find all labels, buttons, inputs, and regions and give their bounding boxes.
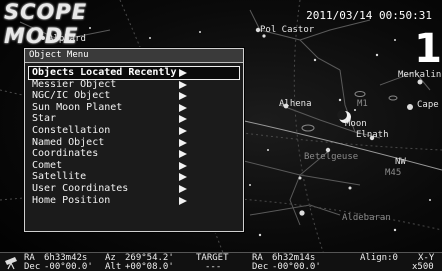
menu-item-label: Sun Moon Planet	[32, 101, 123, 113]
submenu-arrow-icon	[179, 196, 187, 205]
menu-item-comet[interactable]: Comet	[29, 160, 239, 172]
submenu-arrow-icon	[179, 126, 187, 135]
sky-label-menkalinan: Menkalina	[398, 70, 442, 80]
sky-label-capella: Cape	[417, 100, 439, 110]
submenu-arrow-icon	[179, 103, 187, 112]
submenu-arrow-icon	[179, 92, 187, 101]
menu-item-label: Objects Located Recently	[32, 67, 177, 78]
sky-label-moon: Moon	[345, 119, 367, 129]
status-bar: RA 6h33m42s Dec -00°00.0' Az 269°54.2' A…	[0, 252, 442, 271]
sky-label-nw: NW	[395, 157, 406, 167]
menu-item-objects-located-recently[interactable]: Objects Located Recently	[28, 66, 240, 80]
menu-item-sun-moon-planet[interactable]: Sun Moon Planet	[29, 102, 239, 114]
alt-value: +00°08.0'	[125, 262, 174, 271]
menu-item-label: NGC/IC Object	[32, 90, 111, 102]
menu-item-label: Home Position	[32, 194, 111, 206]
dec-label: Dec	[24, 262, 41, 271]
menu-item-label: Constellation	[32, 124, 111, 136]
zoom-level: x500	[412, 262, 434, 271]
sky-label-pollux-castor: Pol Castor	[260, 25, 315, 35]
target-dec-value: -00°00.0'	[272, 262, 321, 271]
menu-item-label: User Coordinates	[32, 182, 129, 194]
menu-item-label: Star	[32, 113, 57, 125]
sky-label-betelgeuse: Betelgeuse	[304, 152, 359, 162]
menu-item-named-object[interactable]: Named Object	[29, 137, 239, 149]
telescope-icon	[5, 257, 17, 270]
submenu-arrow-icon	[179, 161, 187, 170]
mode-title: SCOPE MODE	[4, 0, 88, 48]
alt-label: Alt	[105, 262, 122, 271]
object-menu-list: Objects Located Recently Messier Object …	[28, 66, 240, 207]
sky-label-alhena: Alhena	[279, 99, 312, 109]
target-dec-label: Dec	[252, 262, 269, 271]
object-menu: Object Menu Objects Located Recently Mes…	[24, 48, 244, 232]
date-time: 2011/03/14 00:50:31	[306, 9, 432, 22]
sky-label-alphard: Alphard	[48, 34, 86, 44]
top-bar: SCOPE MODE 2011/03/14 00:50:31	[0, 0, 442, 48]
menu-item-label: Comet	[32, 159, 63, 171]
step-number: 1	[414, 26, 442, 72]
submenu-arrow-icon	[179, 150, 187, 159]
sky-label-elnath: Elnath	[356, 130, 389, 140]
sky-label-m45: M45	[385, 168, 402, 178]
menu-item-ngc-ic-object[interactable]: NGC/IC Object	[29, 90, 239, 102]
sky-label-m1: M1	[357, 99, 368, 109]
object-menu-title: Object Menu	[25, 49, 243, 63]
menu-item-user-coordinates[interactable]: User Coordinates	[29, 183, 239, 195]
menu-item-coordinates[interactable]: Coordinates	[29, 148, 239, 160]
submenu-arrow-icon	[179, 138, 187, 147]
dec-value: -00°00.0'	[44, 262, 93, 271]
submenu-arrow-icon	[179, 115, 187, 124]
scope-screen: SCOPE MODE 2011/03/14 00:50:31 1 Alphard…	[0, 0, 442, 271]
submenu-arrow-icon	[179, 173, 187, 182]
align-status: Align:0	[360, 253, 398, 263]
menu-item-label: Messier Object	[32, 78, 117, 90]
submenu-arrow-icon	[179, 184, 187, 193]
sky-label-aldebaran: Aldebaran	[342, 213, 391, 223]
menu-item-label: Named Object	[32, 136, 105, 148]
menu-item-constellation[interactable]: Constellation	[29, 125, 239, 137]
menu-item-messier-object[interactable]: Messier Object	[29, 79, 239, 91]
target-value: ---	[205, 262, 222, 271]
menu-item-label: Coordinates	[32, 148, 99, 160]
menu-item-home-position[interactable]: Home Position	[29, 195, 239, 207]
menu-item-label: Satellite	[32, 171, 87, 183]
menu-item-satellite[interactable]: Satellite	[29, 171, 239, 183]
submenu-arrow-icon	[179, 80, 187, 89]
submenu-arrow-icon	[179, 69, 187, 77]
menu-item-star[interactable]: Star	[29, 113, 239, 125]
